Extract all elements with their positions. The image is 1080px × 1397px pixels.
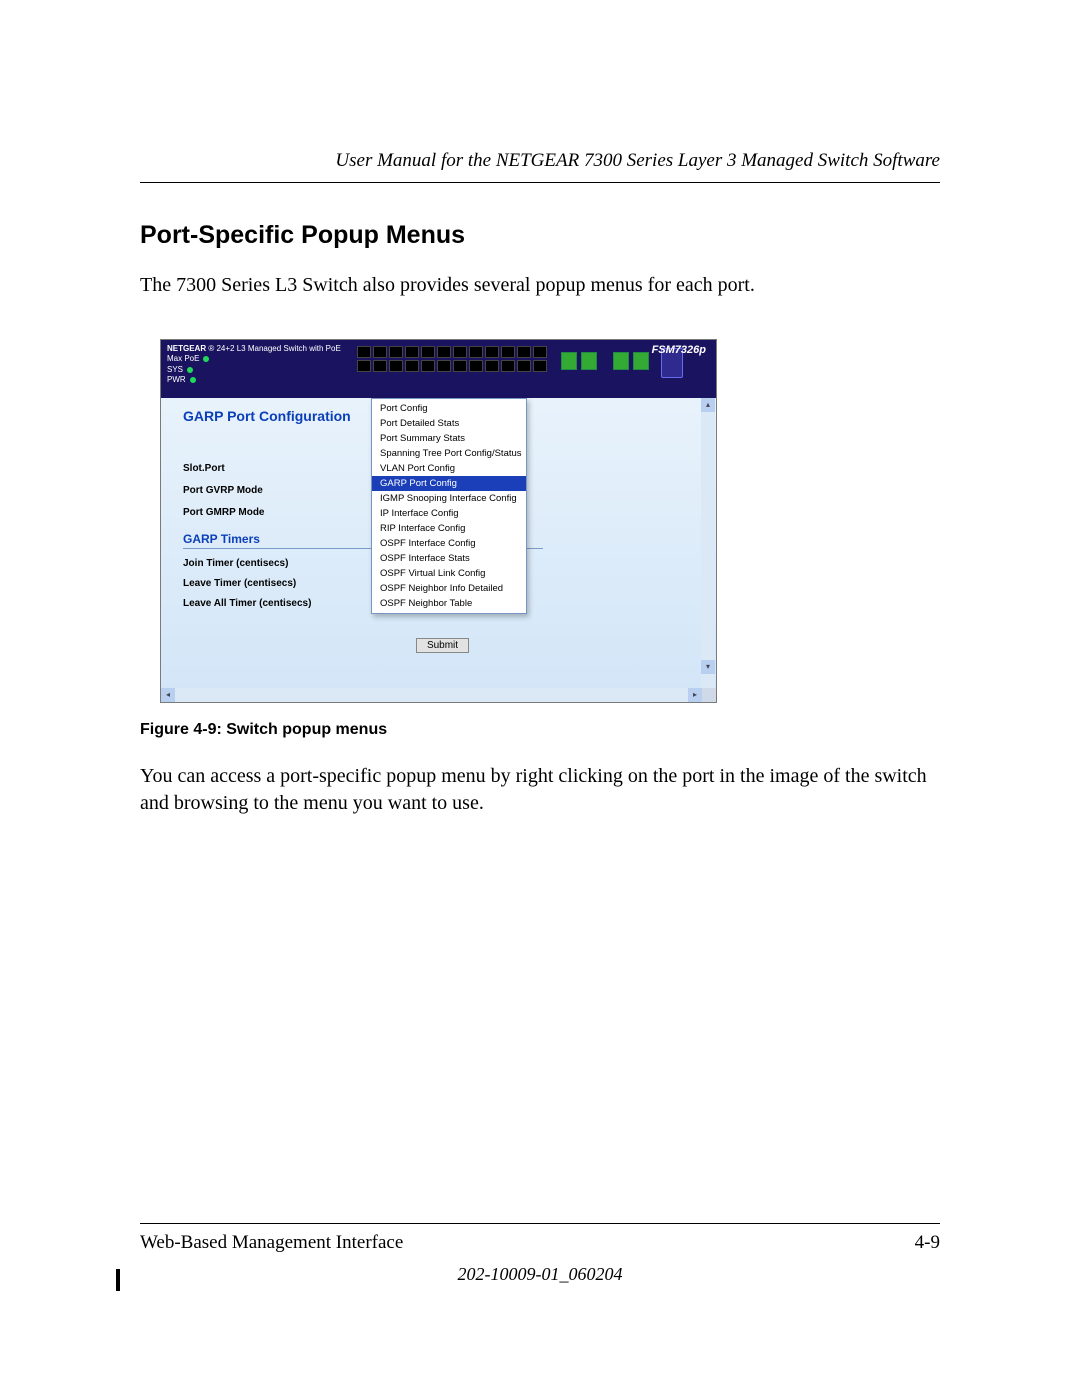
running-header: User Manual for the NETGEAR 7300 Series …	[140, 150, 940, 182]
led-maxpoe-icon	[203, 356, 209, 362]
label-gmrp-mode: Port GMRP Mode	[183, 507, 363, 518]
led-pwr-icon	[190, 377, 196, 383]
context-menu-item[interactable]: Spanning Tree Port Config/Status	[372, 446, 526, 461]
label-gvrp-mode: Port GVRP Mode	[183, 485, 363, 496]
led-pwr-label: PWR	[167, 375, 186, 384]
led-maxpoe-label: Max PoE	[167, 354, 199, 363]
context-menu-item[interactable]: VLAN Port Config	[372, 461, 526, 476]
intro-paragraph: The 7300 Series L3 Switch also provides …	[140, 272, 940, 299]
context-menu-item[interactable]: Port Config	[372, 401, 526, 416]
footer-doc-number: 202-10009-01_060204	[140, 1264, 940, 1285]
model-name: FSM7326p	[652, 344, 706, 356]
context-menu-item[interactable]: Port Summary Stats	[372, 431, 526, 446]
context-menu-item[interactable]: OSPF Interface Config	[372, 536, 526, 551]
context-menu-item[interactable]: GARP Port Config	[372, 476, 526, 491]
footer-page-number: 4-9	[915, 1232, 940, 1254]
scroll-down-icon[interactable]: ▾	[701, 660, 715, 674]
scroll-corner	[702, 688, 716, 702]
scroll-left-icon[interactable]: ◂	[161, 688, 175, 702]
label-leaveall-timer: Leave All Timer (centisecs)	[183, 598, 363, 609]
change-bar-icon	[116, 1269, 120, 1291]
context-menu-item[interactable]: Port Detailed Stats	[372, 416, 526, 431]
context-menu-item[interactable]: IGMP Snooping Interface Config	[372, 491, 526, 506]
context-menu-item[interactable]: OSPF Virtual Link Config	[372, 566, 526, 581]
label-leave-timer: Leave Timer (centisecs)	[183, 578, 363, 589]
after-figure-paragraph: You can access a port-specific popup men…	[140, 763, 940, 817]
faceplate-left-labels: NETGEAR ® 24+2 L3 Managed Switch with Po…	[161, 340, 347, 390]
switch-description: 24+2 L3 Managed Switch with PoE	[216, 344, 340, 353]
label-slot-port: Slot.Port	[183, 463, 363, 474]
header-rule	[140, 182, 940, 183]
switch-faceplate: NETGEAR ® 24+2 L3 Managed Switch with Po…	[161, 340, 716, 398]
context-menu-item[interactable]: OSPF Neighbor Table	[372, 596, 526, 611]
port-bank-1[interactable]	[357, 346, 547, 372]
port-context-menu[interactable]: Port ConfigPort Detailed StatsPort Summa…	[371, 398, 527, 614]
context-menu-item[interactable]: IP Interface Config	[372, 506, 526, 521]
scroll-up-icon[interactable]: ▴	[701, 398, 715, 412]
switch-config-window: NETGEAR ® 24+2 L3 Managed Switch with Po…	[160, 339, 717, 703]
context-menu-item[interactable]: RIP Interface Config	[372, 521, 526, 536]
page-footer: Web-Based Management Interface 4-9 202-1…	[140, 1223, 940, 1285]
label-join-timer: Join Timer (centisecs)	[183, 558, 363, 569]
figure-switch-popup: NETGEAR ® 24+2 L3 Managed Switch with Po…	[160, 339, 940, 703]
scroll-right-icon[interactable]: ▸	[688, 688, 702, 702]
submit-button[interactable]: Submit	[416, 638, 469, 653]
footer-section-name: Web-Based Management Interface	[140, 1232, 403, 1254]
figure-caption: Figure 4-9: Switch popup menus	[140, 721, 940, 739]
led-sys-label: SYS	[167, 365, 183, 374]
section-heading: Port-Specific Popup Menus	[140, 221, 940, 250]
vertical-scrollbar[interactable]: ▴ ▾	[701, 398, 715, 688]
footer-rule	[140, 1223, 940, 1224]
context-menu-item[interactable]: OSPF Neighbor Info Detailed	[372, 581, 526, 596]
led-sys-icon	[187, 367, 193, 373]
uplink-bank[interactable]	[561, 352, 649, 370]
config-content-pane: Port ConfigPort Detailed StatsPort Summa…	[161, 398, 716, 688]
brand-label: NETGEAR	[167, 344, 206, 353]
horizontal-scrollbar[interactable]: ◂ ▸	[161, 688, 716, 702]
context-menu-item[interactable]: OSPF Interface Stats	[372, 551, 526, 566]
